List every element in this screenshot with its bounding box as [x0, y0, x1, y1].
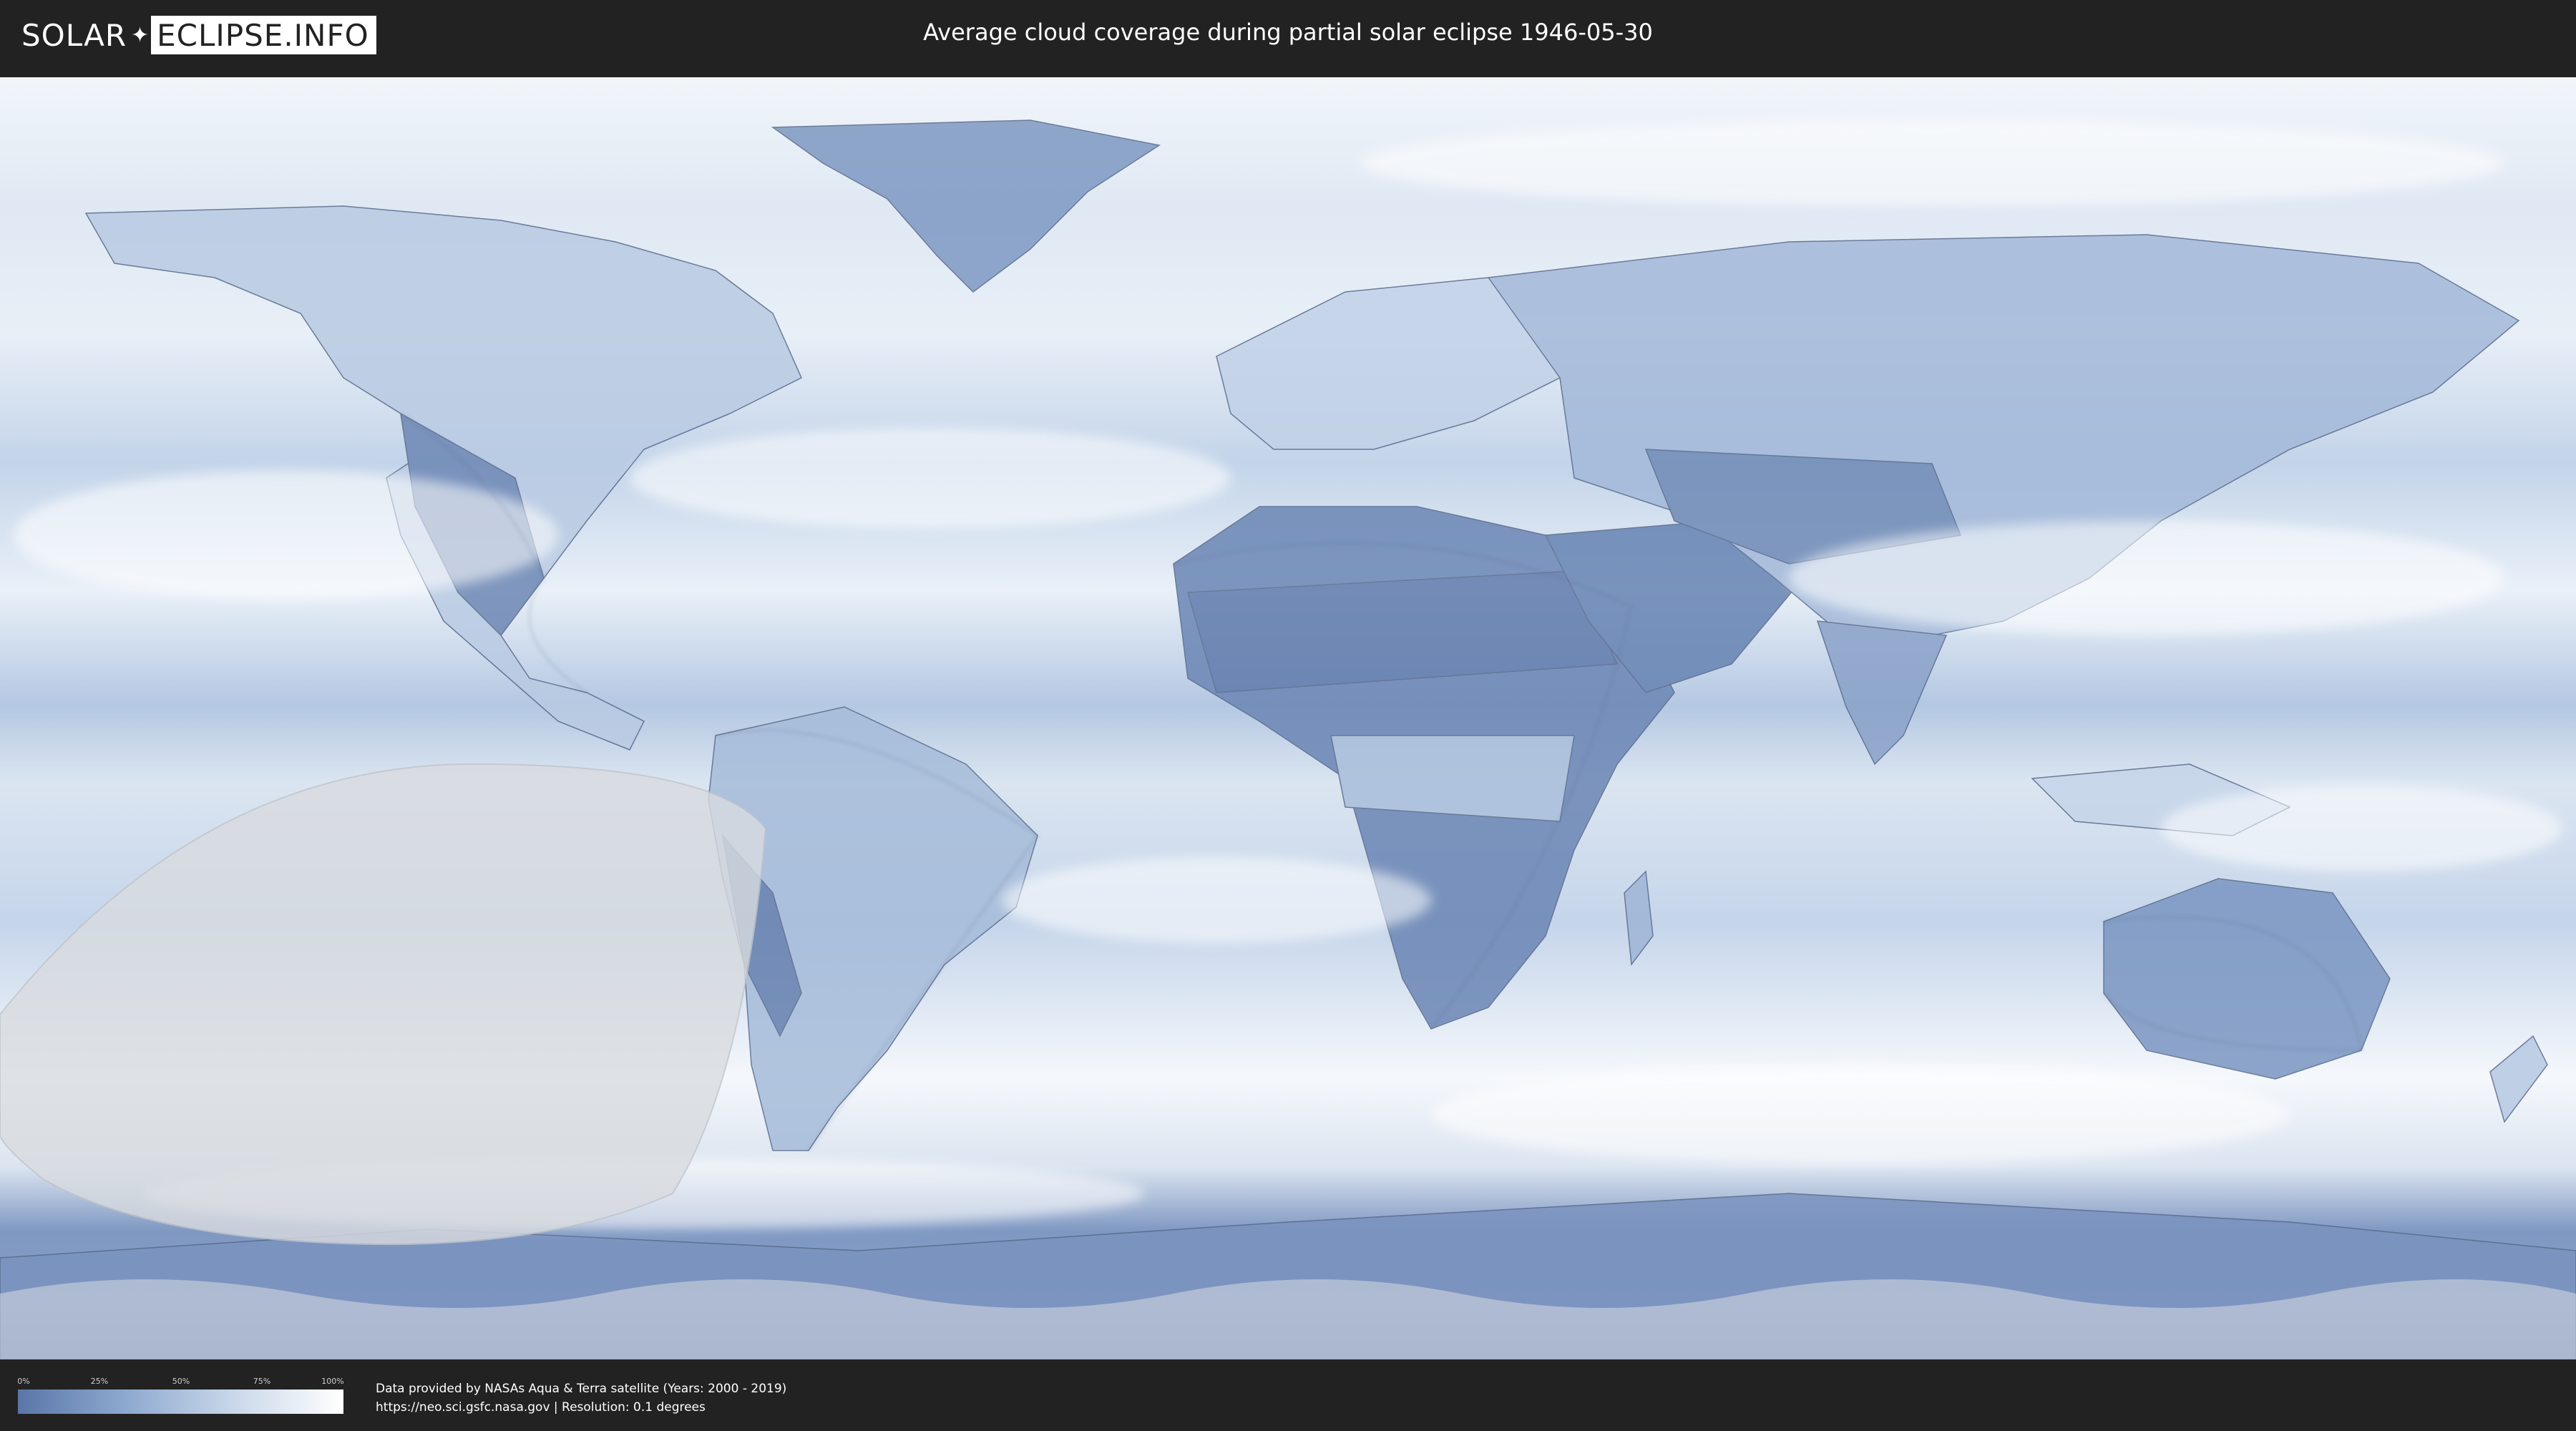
- app: SOLAR ✦ ECLIPSE.INFO Average cloud cover…: [0, 0, 2576, 1431]
- legend-tick: 75%: [253, 1377, 271, 1386]
- data-credits: Data provided by NASAs Aqua & Terra sate…: [376, 1379, 786, 1417]
- world-map-icon: [0, 77, 2576, 1359]
- page-title: Average cloud coverage during partial so…: [923, 19, 1653, 46]
- legend-tick: 25%: [90, 1377, 109, 1386]
- legend-tick: 100%: [321, 1377, 344, 1386]
- credits-line-1: Data provided by NASAs Aqua & Terra sate…: [376, 1382, 787, 1396]
- cloud-coverage-map[interactable]: [0, 77, 2576, 1359]
- credits-line-2: https://neo.sci.gsfc.nasa.gov | Resoluti…: [376, 1400, 706, 1415]
- footer: 0% 25% 50% 75% 100% Data provided by NAS…: [0, 1359, 2576, 1431]
- cloud-coverage-legend: 0% 25% 50% 75% 100%: [17, 1377, 344, 1414]
- legend-gradient-bar: [18, 1390, 343, 1414]
- legend-ticks: 0% 25% 50% 75% 100%: [17, 1377, 344, 1388]
- legend-tick: 0%: [17, 1377, 30, 1386]
- legend-tick: 50%: [172, 1377, 190, 1386]
- header: SOLAR ✦ ECLIPSE.INFO Average cloud cover…: [0, 0, 2576, 70]
